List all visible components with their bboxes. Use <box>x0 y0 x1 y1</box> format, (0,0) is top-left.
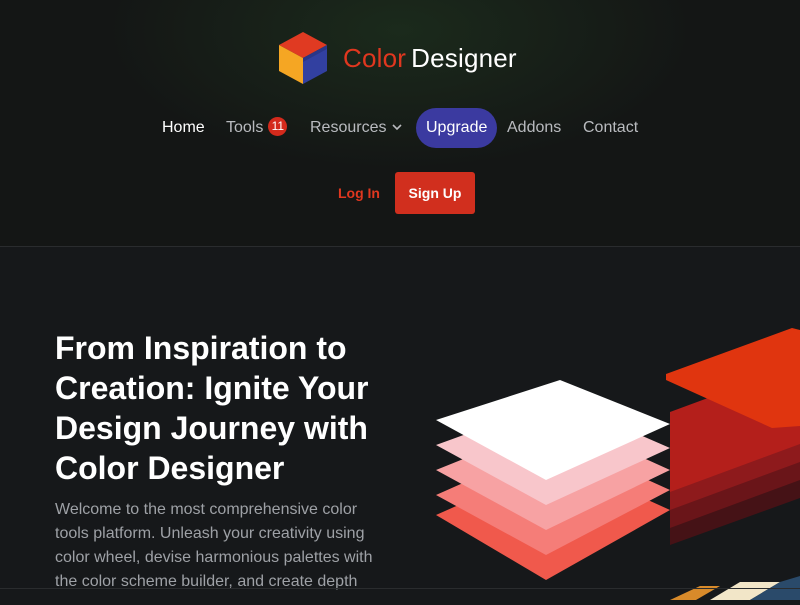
nav-addons[interactable]: Addons <box>507 108 561 148</box>
nav-contact[interactable]: Contact <box>583 108 638 148</box>
site-header: Color Designer Home Tools 11 Resources Upg… <box>0 0 800 247</box>
nav-resources-label: Resources <box>310 119 387 137</box>
nav-upgrade[interactable]: Upgrade <box>416 108 498 148</box>
chevron-down-icon <box>392 107 403 147</box>
brand-word-designer: Designer <box>411 42 517 73</box>
hero-title: From Inspiration to Creation: Ignite You… <box>55 330 369 486</box>
divider <box>0 588 800 589</box>
nav-resources[interactable]: Resources <box>310 107 403 148</box>
brand-word-color: Color <box>343 42 407 73</box>
cube-logo-icon <box>279 32 327 84</box>
nav-tools-label: Tools <box>226 119 264 136</box>
hero-description: Welcome to the most comprehensive color … <box>55 501 373 590</box>
brand-name: Color Designer <box>343 43 517 74</box>
signup-button[interactable]: Sign Up <box>395 172 475 214</box>
brand-logo[interactable]: Color Designer <box>279 32 519 84</box>
tools-count-badge: 11 <box>268 117 288 137</box>
main-nav: Home Tools 11 Resources Upgrade Addons Co… <box>0 108 800 148</box>
login-link[interactable]: Log In <box>330 172 388 214</box>
hero-illustration <box>420 320 800 605</box>
nav-home[interactable]: Home <box>162 108 205 148</box>
nav-tools[interactable]: Tools 11 <box>226 108 288 148</box>
